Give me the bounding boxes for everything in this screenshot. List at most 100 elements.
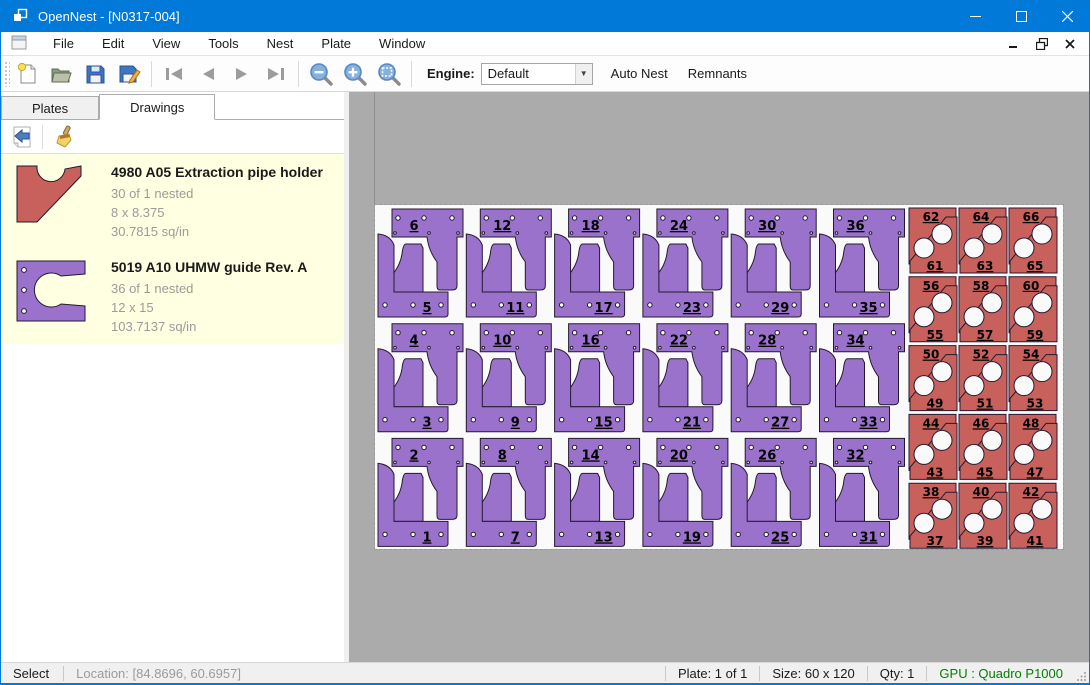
nest-cell-red[interactable]: 6261 [909,208,957,273]
part-hole [880,418,884,422]
auto-nest-button[interactable]: Auto Nest [601,60,678,88]
nest-cell-red[interactable]: 4241 [1009,483,1057,548]
part-number: 7 [511,530,520,545]
previous-plate-button[interactable] [191,59,225,89]
menu-item-window[interactable]: Window [365,32,439,55]
resize-grip[interactable] [1075,663,1089,683]
part-cutout [964,307,984,327]
nest-cell-purple[interactable]: 2019 [643,438,728,546]
part-number: 37 [927,534,944,548]
save-button[interactable] [78,59,112,89]
part-number: 45 [977,465,994,479]
nest-cell-red[interactable]: 6463 [959,208,1007,273]
open-file-button[interactable] [44,59,78,89]
nest-cell-red[interactable]: 5049 [909,346,957,411]
next-plate-button[interactable] [225,59,259,89]
part-number: 62 [923,210,940,224]
part-hole [604,232,607,235]
mdi-minimize-icon[interactable] [1005,36,1023,52]
nest-cell-purple[interactable]: 21 [378,438,463,546]
nest-cell-purple[interactable]: 3231 [820,438,905,546]
remnants-button[interactable]: Remnants [678,60,757,88]
nest-cell-purple[interactable]: 65 [378,209,463,317]
menu-item-plate[interactable]: Plate [307,32,365,55]
zoom-out-button[interactable] [304,59,338,89]
last-plate-button[interactable] [259,59,293,89]
nest-cell-red[interactable]: 4039 [959,483,1007,548]
part-hole [869,232,872,235]
nest-cell-purple[interactable]: 1413 [555,438,640,546]
menu-item-tools[interactable]: Tools [194,32,252,55]
drawing-item[interactable]: 4980 A05 Extraction pipe holder 30 of 1 … [1,154,344,249]
nest-cell-purple[interactable]: 2221 [643,324,728,432]
part-hole [383,303,387,307]
nest-drawing[interactable]: 6512111817242330293635431091615222128273… [375,205,1063,549]
nest-cell-red[interactable]: 5857 [959,277,1007,342]
nest-cell-red[interactable]: 5655 [909,277,957,342]
nest-cell-purple[interactable]: 3635 [820,209,905,317]
menu-item-file[interactable]: File [39,32,88,55]
nest-cell-red[interactable]: 4645 [959,414,1007,479]
status-mode: Select [1,666,63,681]
nest-canvas[interactable]: 6512111817242330293635431091615222128273… [349,92,1089,662]
save-as-button[interactable] [112,59,146,89]
chevron-down-icon[interactable]: ▼ [575,64,592,84]
menu-item-nest[interactable]: Nest [253,32,308,55]
status-bar: Select Location: [84.8696, 60.6957] Plat… [1,662,1089,683]
nest-cell-purple[interactable]: 3433 [820,324,905,432]
part-number: 20 [670,448,688,463]
part-hole [792,303,796,307]
engine-select[interactable]: Default ▼ [481,63,593,85]
nest-cell-red[interactable]: 5251 [959,346,1007,411]
tab-drawings[interactable]: Drawings [99,94,215,120]
close-button[interactable] [1044,0,1090,32]
nest-cell-purple[interactable]: 43 [378,324,463,432]
nest-cell-purple[interactable]: 1211 [466,209,551,317]
zoom-in-button[interactable] [338,59,372,89]
minimize-button[interactable] [952,0,998,32]
plate[interactable]: 6512111817242330293635431091615222128273… [375,205,1063,549]
tab-plates[interactable]: Plates [1,96,99,120]
part-hole [824,303,828,307]
zoom-extents-button[interactable] [372,59,406,89]
part-hole [559,303,563,307]
menu-item-edit[interactable]: Edit [88,32,138,55]
nest-cell-red[interactable]: 4443 [909,414,957,479]
part-number: 43 [927,465,944,479]
part-cutout [982,430,1002,450]
drawing-item[interactable]: 5019 A10 UHMW guide Rev. A 36 of 1 neste… [1,249,344,344]
nest-cell-purple[interactable]: 2827 [731,324,816,432]
drawing-area: 30.7815 sq/in [111,222,323,241]
part-cutout [1014,376,1034,396]
nest-cell-purple[interactable]: 1615 [555,324,640,432]
nest-cell-purple[interactable]: 1817 [555,209,640,317]
nest-cell-purple[interactable]: 3029 [731,209,816,317]
part-hole [869,346,872,349]
clear-drawings-button[interactable] [48,123,78,151]
mdi-restore-icon[interactable] [1033,36,1051,52]
part-cutout [932,224,952,244]
part-hole [422,445,426,449]
nest-cell-purple[interactable]: 109 [466,324,551,432]
nest-cell-red[interactable]: 6059 [1009,277,1057,342]
mdi-close-icon[interactable] [1061,36,1079,52]
part-hole [394,232,397,235]
nest-cell-red[interactable]: 3837 [909,483,957,548]
nest-cell-red[interactable]: 5453 [1009,346,1057,411]
part-hole [810,461,813,464]
first-plate-button[interactable] [157,59,191,89]
part-cutout [1032,224,1052,244]
new-file-button[interactable] [10,59,44,89]
status-plate: Plate: 1 of 1 [666,666,759,681]
nest-cell-purple[interactable]: 2423 [643,209,728,317]
import-drawing-button[interactable] [7,123,37,151]
part-hole [648,532,652,536]
mdi-document-icon[interactable] [11,35,27,53]
menu-item-view[interactable]: View [138,32,194,55]
nest-cell-purple[interactable]: 2625 [731,438,816,546]
nest-cell-red[interactable]: 4847 [1009,414,1057,479]
maximize-button[interactable] [998,0,1044,32]
part-hole [538,331,542,335]
nest-cell-purple[interactable]: 87 [466,438,551,546]
nest-cell-red[interactable]: 6665 [1009,208,1057,273]
